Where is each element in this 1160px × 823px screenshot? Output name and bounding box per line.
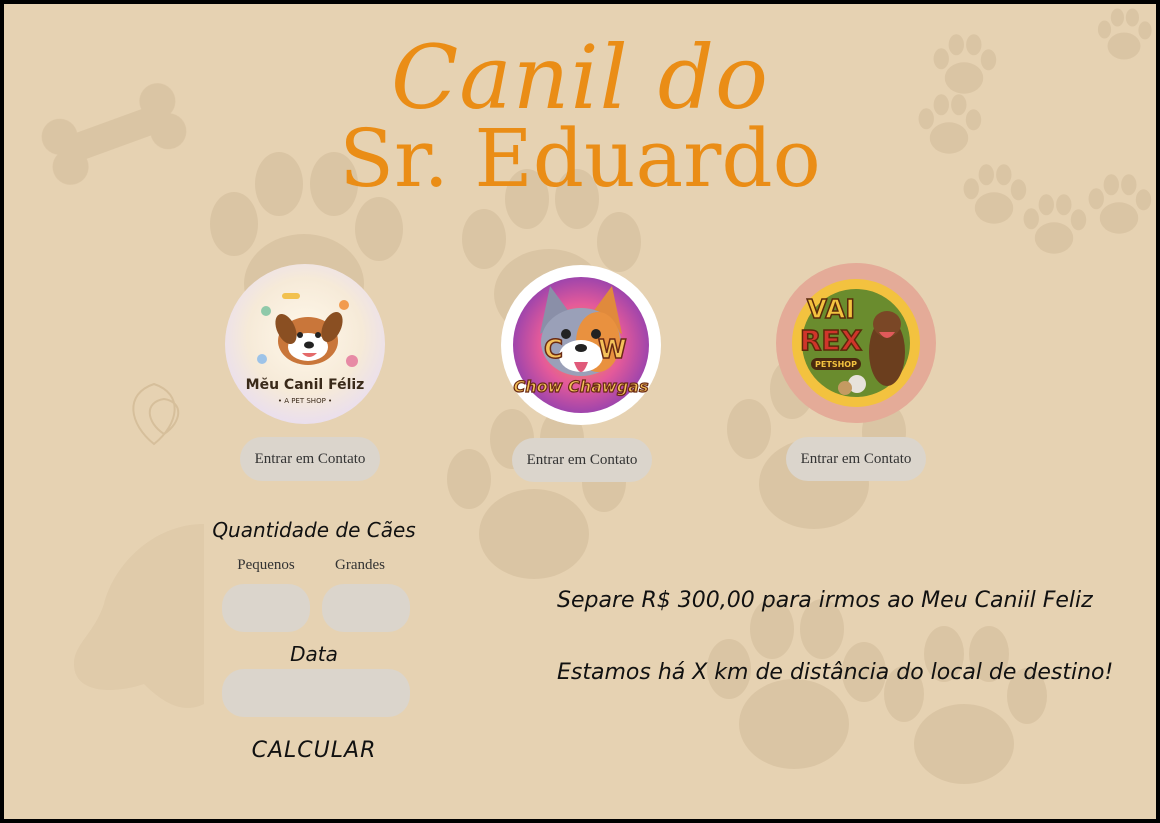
svg-text:W: W [598, 335, 627, 365]
date-input[interactable] [222, 669, 410, 717]
contact-button-meu-canil-feliz[interactable]: Entrar em Contato [240, 437, 380, 481]
large-dogs-input[interactable] [322, 584, 410, 632]
date-label: Data [290, 642, 338, 666]
svg-text:• A PET SHOP •: • A PET SHOP • [278, 397, 332, 405]
paw-icon [447, 409, 626, 579]
dog-silhouette-icon [74, 524, 204, 708]
happy-dog-logo-icon: Mĕu Canil Féliz • A PET SHOP • [225, 264, 385, 424]
svg-text:PETSHOP: PETSHOP [815, 360, 857, 369]
calculate-button[interactable]: CALCULAR [222, 738, 406, 763]
distance-message: Estamos há X km de distância do local de… [557, 660, 1114, 685]
small-dogs-label: Pequenos [237, 557, 295, 573]
budget-message: Separe R$ 300,00 para irmos ao Meu Canii… [557, 588, 1093, 613]
page-title-line1: Canil do [390, 26, 770, 129]
svg-text:REX: REX [800, 324, 863, 357]
svg-text:Mĕu Canil Féliz: Mĕu Canil Féliz [246, 377, 365, 393]
paw-icon [884, 626, 1047, 784]
small-dogs-input[interactable] [222, 584, 310, 632]
svg-text:C: C [544, 335, 563, 365]
app-frame: Canil do Sr. Eduardo Mĕu Canil Féliz • A… [0, 0, 1160, 823]
dog-cat-logo-icon: VAI REX PETSHOP [776, 263, 936, 423]
large-dogs-label: Grandes [335, 557, 385, 573]
quantity-label: Quantidade de Cães [212, 518, 416, 542]
contact-button-vai-rex[interactable]: Entrar em Contato [786, 437, 926, 481]
page-title-line2: Sr. Eduardo [339, 112, 821, 205]
corgi-logo-icon: C W Chow Chawgas [501, 265, 661, 425]
svg-text:Chow Chawgas: Chow Chawgas [514, 377, 649, 396]
contact-button-chow-chawgas[interactable]: Entrar em Contato [512, 438, 652, 482]
svg-text:VAI: VAI [807, 295, 855, 325]
page: Canil do Sr. Eduardo Mĕu Canil Féliz • A… [4, 4, 1156, 819]
